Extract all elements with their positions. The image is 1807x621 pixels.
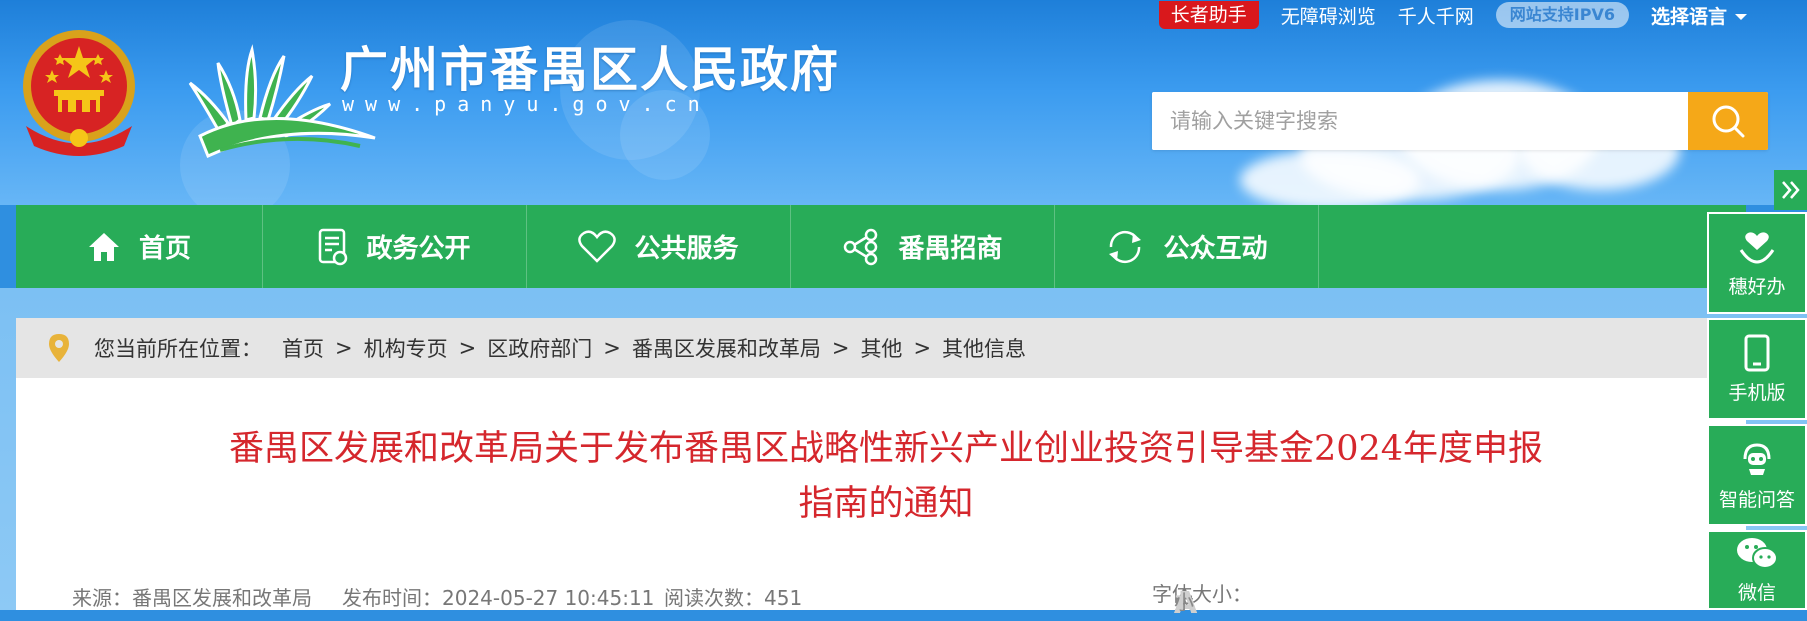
sidebar-item-label: 微信 (1737, 581, 1776, 604)
article-title: 番禺区发展和改革局关于发布番禺区战略性新兴产业创业投资引导基金2024年度申报 … (216, 422, 1556, 532)
sidebar-item-smart-qa[interactable]: 智能问答 (1707, 424, 1807, 526)
nav-item-government-affairs[interactable]: 政务公开 (263, 205, 527, 288)
breadcrumb-separator: > (603, 336, 621, 360)
nav-item-label: 番禺招商 (898, 234, 1003, 264)
breadcrumb-separator: > (335, 336, 353, 360)
nav-item-label: 公众互动 (1163, 234, 1268, 264)
refresh-icon (1109, 230, 1142, 263)
breadcrumb-item-departments[interactable]: 区政府部门 (487, 333, 592, 363)
sidebar-item-wechat[interactable]: 微信 (1707, 530, 1807, 610)
font-size-control: 字体大小： A + 大 A 中 A − 小 (1152, 578, 1252, 621)
article-title-line: 番禺区发展和改革局关于发布番禺区战略性新兴产业创业投资引导基金2024年度申报 (228, 429, 1544, 469)
breadcrumb-separator: > (831, 336, 850, 360)
nav-item-home[interactable]: 首页 (16, 205, 263, 288)
nav-item-public-interaction[interactable]: 公众互动 (1055, 205, 1319, 288)
article-title-line: 指南的通知 (798, 484, 974, 524)
article-panel: 番禺区发展和改革局关于发布番禺区战略性新兴产业创业投资引导基金2024年度申报 … (16, 378, 1746, 621)
robot-icon (1743, 442, 1771, 475)
site-title: 广州市番禺区人民政府 (340, 42, 841, 98)
font-size-label: 字体大小： (1152, 582, 1252, 606)
sidebar-toggle[interactable] (1774, 170, 1807, 210)
language-selector[interactable]: 选择语言 (1651, 2, 1747, 29)
nav-item-label: 政务公开 (366, 234, 471, 264)
breadcrumb-item-home[interactable]: 首页 (282, 333, 324, 363)
search-icon (1712, 105, 1745, 138)
caret-down-icon (1735, 14, 1747, 20)
article-read-count: 阅读次数：451 (664, 586, 803, 610)
accessibility-link[interactable]: 无障碍浏览 (1281, 2, 1376, 29)
sidebar-item-label: 智能问答 (1718, 488, 1795, 511)
national-emblem (23, 30, 135, 156)
breadcrumb-item-org[interactable]: 机构专页 (364, 333, 448, 363)
share-icon (844, 228, 878, 265)
sidebar-item-label: 穗好办 (1728, 275, 1786, 298)
breadcrumb-item-other-info[interactable]: 其他信息 (942, 333, 1026, 363)
elder-assistant-button[interactable]: 长者助手 (1158, 1, 1259, 29)
font-small-text: 小 (1174, 590, 1194, 614)
search-box (1152, 92, 1768, 150)
top-utility-bar: 长者助手 无障碍浏览 千人千网 网站支持IPV6 选择语言 (1158, 0, 1747, 30)
heart-hand-icon (1739, 231, 1775, 264)
breadcrumb-separator: > (913, 336, 932, 360)
home-icon (88, 232, 119, 261)
double-chevron-right-icon (1781, 181, 1800, 199)
document-icon (319, 228, 348, 265)
site-header: 广州市番禺区人民政府 www.panyu.gov.cn 长者助手 无障碍浏览 千… (0, 0, 1807, 205)
breadcrumb-separator: > (458, 336, 477, 360)
site-url: www.panyu.gov.cn (342, 92, 711, 116)
ipv6-badge: 网站支持IPV6 (1495, 2, 1629, 28)
breadcrumb: 您当前所在位置： 首页 > 机构专页 > 区政府部门 > 番禺区发展和改革局 >… (16, 318, 1746, 378)
sidebar-item-label: 手机版 (1728, 381, 1786, 404)
cloud-decoration (1240, 150, 1420, 205)
breadcrumb-item-other[interactable]: 其他 (860, 333, 902, 363)
nav-item-label: 公共服务 (634, 234, 739, 264)
language-label: 选择语言 (1650, 5, 1727, 28)
nav-item-investment[interactable]: 番禺招商 (791, 205, 1055, 288)
search-input[interactable] (1152, 92, 1688, 150)
article-source: 来源：番禺区发展和改革局 (72, 586, 312, 610)
article-publish-time: 发布时间：2024-05-27 10:45:11 (342, 586, 655, 610)
mobile-icon (1744, 334, 1770, 371)
breadcrumb-item-bureau[interactable]: 番禺区发展和改革局 (632, 333, 821, 363)
gigabit-link[interactable]: 千人千网 (1398, 2, 1474, 29)
nav-item-public-services[interactable]: 公共服务 (527, 205, 791, 288)
sidebar-item-suihaoban[interactable]: 穗好办 (1707, 212, 1807, 314)
nav-item-label: 首页 (138, 234, 191, 264)
breadcrumb-label: 您当前所在位置： (94, 337, 262, 361)
article-meta: 来源：番禺区发展和改革局 发布时间：2024-05-27 10:45:11 阅读… (16, 578, 1746, 621)
sidebar-item-mobile[interactable]: 手机版 (1707, 318, 1807, 420)
main-nav: 首页 政务公开 公共服务 番禺招商 公众互动 (16, 205, 1746, 288)
wechat-icon (1737, 537, 1778, 569)
heart-icon (578, 229, 617, 263)
search-button[interactable] (1688, 92, 1768, 150)
location-pin-icon (49, 334, 69, 362)
